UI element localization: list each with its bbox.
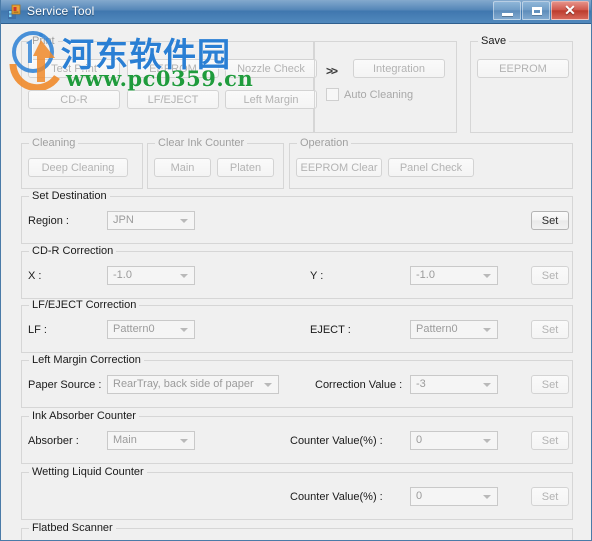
close-button[interactable]: ✕: [551, 1, 589, 20]
eject-label: EJECT :: [310, 324, 351, 336]
absorber-counter-value-select[interactable]: 0: [410, 431, 498, 450]
cd-r-button[interactable]: CD-R: [28, 90, 120, 109]
chevron-down-icon: [483, 495, 491, 499]
region-select-value: JPN: [113, 214, 134, 226]
correction-value: -3: [416, 378, 426, 390]
eeprom-print-button[interactable]: EEPROM: [127, 59, 219, 78]
save-group-legend: Save: [478, 35, 510, 47]
correction-value-select[interactable]: -3: [410, 375, 498, 394]
operation-group-legend: Operation: [297, 137, 352, 149]
cdr-y-value: -1.0: [416, 269, 435, 281]
print-group-legend: Print: [29, 35, 58, 47]
wetting-counter-value-label: Counter Value(%) :: [290, 491, 383, 503]
test-print-button[interactable]: Test Print: [28, 59, 120, 78]
left-margin-set-button[interactable]: Set: [531, 375, 569, 394]
cdr-correction-legend: CD-R Correction: [29, 245, 117, 257]
print-group: Print Test Print EEPROM Nozzle Check CD-…: [21, 35, 317, 133]
set-destination-legend: Set Destination: [29, 190, 110, 202]
region-label: Region :: [28, 215, 69, 227]
maximize-button[interactable]: [522, 1, 550, 20]
chevron-down-icon: [483, 439, 491, 443]
ink-absorber-set-button[interactable]: Set: [531, 431, 569, 450]
absorber-counter-value: 0: [416, 434, 423, 446]
wetting-liquid-counter-group: Wetting Liquid Counter Counter Value(%) …: [21, 466, 573, 520]
cdr-x-select[interactable]: -1.0: [107, 266, 195, 285]
lf-label: LF :: [28, 324, 47, 336]
left-margin-correction-group: Left Margin Correction Paper Source : Re…: [21, 354, 573, 408]
region-select[interactable]: JPN: [107, 211, 195, 230]
absorber-label: Absorber :: [28, 435, 79, 447]
auto-cleaning-label: Auto Cleaning: [344, 88, 414, 101]
paper-source-select[interactable]: RearTray, back side of paper: [107, 375, 279, 394]
cdr-correction-set-button[interactable]: Set: [531, 266, 569, 285]
lf-eject-button[interactable]: LF/EJECT: [127, 90, 219, 109]
minimize-button[interactable]: [493, 1, 521, 20]
window-title: Service Tool: [27, 4, 95, 18]
correction-value-label: Correction Value :: [315, 379, 403, 391]
panel-check-button[interactable]: Panel Check: [388, 158, 474, 177]
eject-value: Pattern0: [416, 323, 458, 335]
absorber-value: Main: [113, 434, 137, 446]
integration-button[interactable]: Integration: [353, 59, 445, 78]
chevron-down-icon: [483, 328, 491, 332]
maximize-icon: [532, 7, 542, 15]
cdr-x-label: X :: [28, 270, 42, 282]
wetting-liquid-counter-legend: Wetting Liquid Counter: [29, 466, 147, 478]
left-margin-correction-legend: Left Margin Correction: [29, 354, 144, 366]
lf-eject-set-button[interactable]: Set: [531, 320, 569, 339]
wetting-counter-value: 0: [416, 490, 423, 502]
client-area: Print Test Print EEPROM Nozzle Check CD-…: [1, 24, 591, 540]
deep-cleaning-button[interactable]: Deep Cleaning: [28, 158, 128, 177]
clear-ink-counter-group: Clear Ink Counter Main Platen: [147, 137, 284, 189]
eject-select[interactable]: Pattern0: [410, 320, 498, 339]
wetting-counter-value-select[interactable]: 0: [410, 487, 498, 506]
eeprom-clear-button[interactable]: EEPROM Clear: [296, 158, 382, 177]
chevron-right-icon: >>: [326, 64, 338, 78]
cleaning-group: Cleaning Deep Cleaning: [21, 137, 143, 189]
clear-ink-main-button[interactable]: Main: [154, 158, 211, 177]
operation-group: Operation EEPROM Clear Panel Check: [289, 137, 573, 189]
minimize-icon: [502, 13, 513, 16]
integration-group: >> Integration Auto Cleaning: [314, 41, 457, 133]
left-margin-button[interactable]: Left Margin: [225, 90, 317, 109]
set-destination-set-button[interactable]: Set: [531, 211, 569, 230]
save-group: Save EEPROM: [470, 35, 573, 133]
wetting-liquid-set-button[interactable]: Set: [531, 487, 569, 506]
nozzle-check-button[interactable]: Nozzle Check: [225, 59, 317, 78]
flatbed-scanner-group: Flatbed Scanner Set: [21, 522, 573, 540]
lf-value: Pattern0: [113, 323, 155, 335]
absorber-select[interactable]: Main: [107, 431, 195, 450]
auto-cleaning-checkbox[interactable]: Auto Cleaning: [326, 88, 413, 101]
app-icon: [7, 4, 23, 20]
cdr-y-label: Y :: [310, 270, 324, 282]
chevron-down-icon: [483, 274, 491, 278]
ink-absorber-counter-legend: Ink Absorber Counter: [29, 410, 139, 422]
chevron-down-icon: [483, 383, 491, 387]
cdr-correction-group: CD-R Correction X : -1.0 Y : -1.0 Set: [21, 245, 573, 299]
cdr-x-value: -1.0: [113, 269, 132, 281]
chevron-down-icon: [180, 439, 188, 443]
lf-select[interactable]: Pattern0: [107, 320, 195, 339]
clear-ink-platen-button[interactable]: Platen: [217, 158, 274, 177]
lf-eject-correction-legend: LF/EJECT Correction: [29, 299, 140, 311]
save-eeprom-button[interactable]: EEPROM: [477, 59, 569, 78]
service-tool-window: Service Tool ✕ Print Test Print EEPROM N…: [0, 0, 592, 541]
paper-source-value: RearTray, back side of paper: [113, 378, 254, 390]
clear-ink-counter-legend: Clear Ink Counter: [155, 137, 248, 149]
chevron-down-icon: [264, 383, 272, 387]
absorber-counter-value-label: Counter Value(%) :: [290, 435, 383, 447]
paper-source-label: Paper Source :: [28, 379, 102, 391]
chevron-down-icon: [180, 328, 188, 332]
lf-eject-correction-group: LF/EJECT Correction LF : Pattern0 EJECT …: [21, 299, 573, 353]
close-icon: ✕: [564, 2, 576, 18]
flatbed-scanner-legend: Flatbed Scanner: [29, 522, 116, 534]
set-destination-group: Set Destination Region : JPN Set: [21, 190, 573, 244]
chevron-down-icon: [180, 274, 188, 278]
cleaning-group-legend: Cleaning: [29, 137, 79, 149]
checkbox-icon: [326, 88, 339, 101]
title-bar[interactable]: Service Tool ✕: [1, 0, 591, 24]
ink-absorber-counter-group: Ink Absorber Counter Absorber : Main Cou…: [21, 410, 573, 464]
chevron-down-icon: [180, 219, 188, 223]
cdr-y-select[interactable]: -1.0: [410, 266, 498, 285]
